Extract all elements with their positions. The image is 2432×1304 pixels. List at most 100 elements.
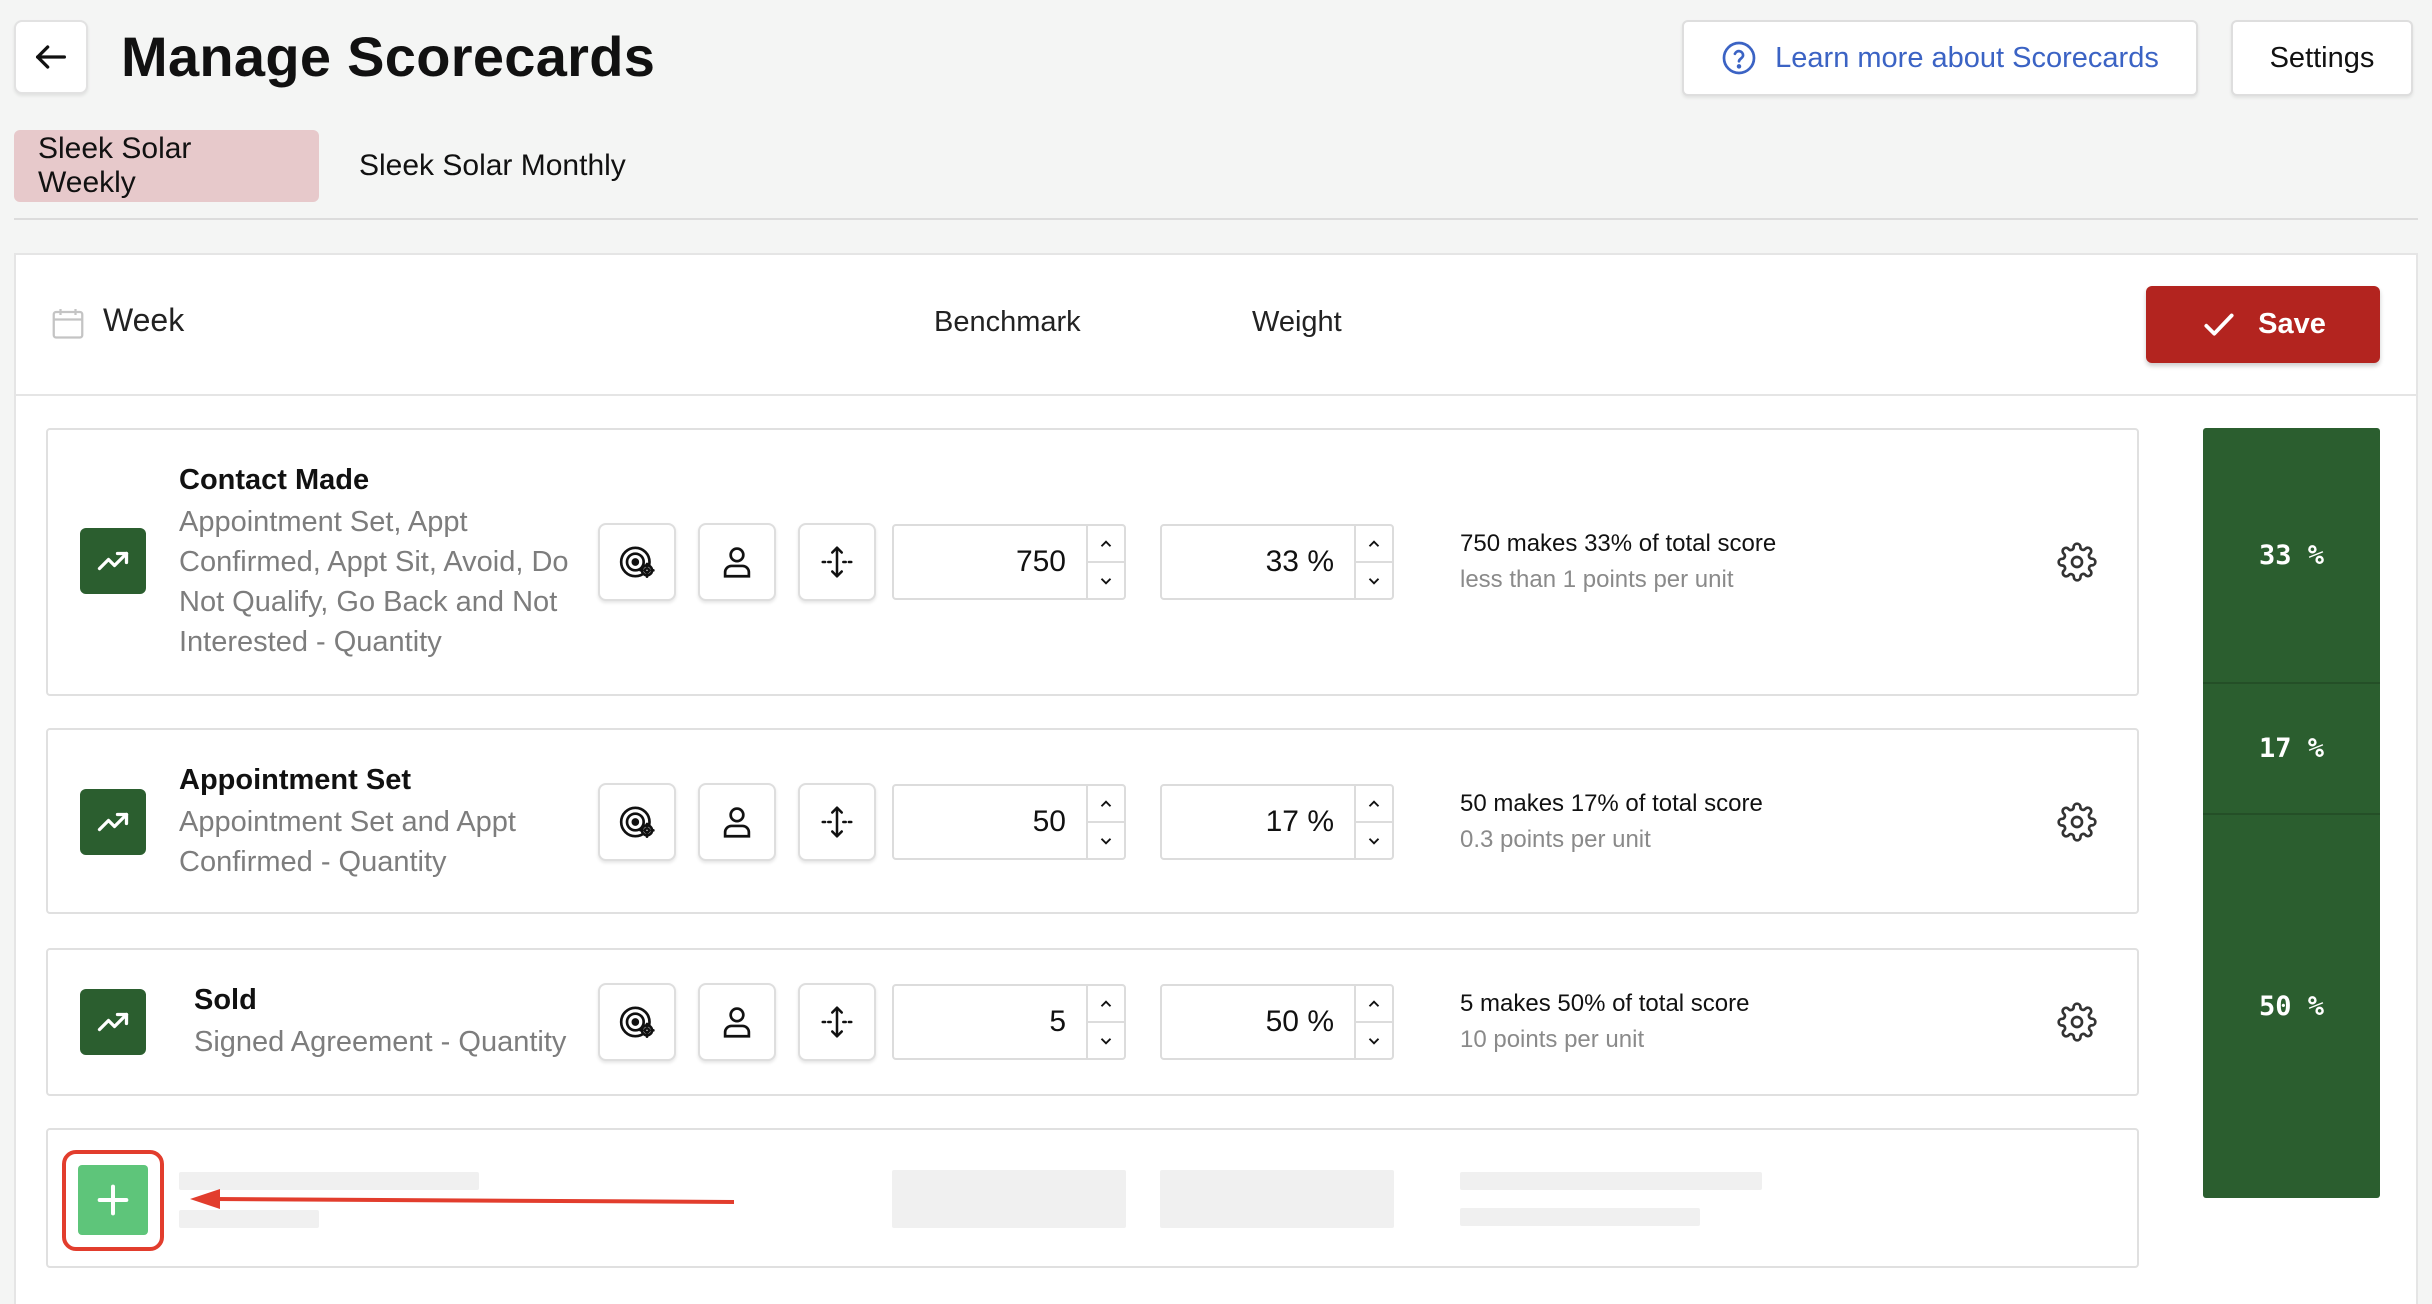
decrement-icon[interactable] [1356, 1021, 1392, 1058]
person-icon [723, 807, 751, 838]
tab-sleek-solar-weekly[interactable]: Sleek Solar Weekly [14, 130, 319, 202]
kpi-description-line: Appointment Set and Appt [179, 806, 516, 838]
weight-segment-label: 17 % [2258, 733, 2325, 764]
skeleton-points [1460, 1208, 1700, 1226]
weight-segment-label: 50 % [2258, 991, 2325, 1022]
annotation-arrow [190, 1189, 735, 1209]
move-button[interactable] [798, 983, 876, 1061]
summary-text: 5 makes 50% of total score [1460, 990, 1750, 1017]
kpi-name: Sold [194, 984, 257, 1016]
trending-up-icon [97, 812, 129, 832]
highlight-box [62, 1150, 164, 1251]
person-icon [723, 547, 751, 578]
target-button[interactable] [598, 983, 676, 1061]
back-button[interactable] [14, 20, 88, 94]
weight-distribution-bar: 33 % 17 % 50 % [2203, 428, 2380, 1198]
kpi-description: Appointment Set, Appt Confirmed, Appt Si… [179, 502, 569, 662]
period-label: Week [103, 302, 185, 338]
question-circle-icon [1722, 41, 1756, 75]
target-button[interactable] [598, 523, 676, 601]
benchmark-input[interactable]: 750 [892, 524, 1126, 600]
learn-more-button[interactable]: Learn more about Scorecards [1682, 20, 2198, 96]
arrow-left-icon [36, 45, 67, 69]
move-button[interactable] [798, 783, 876, 861]
summary-text: 50 makes 17% of total score [1460, 790, 1763, 817]
benchmark-value: 5 [1049, 1005, 1066, 1038]
increment-icon[interactable] [1356, 986, 1392, 1021]
kpi-name: Appointment Set [179, 764, 411, 796]
target-button[interactable] [598, 783, 676, 861]
kpi-icon [80, 528, 146, 594]
move-vertical-icon [821, 1006, 853, 1038]
move-vertical-icon [821, 806, 853, 838]
tab-label: Sleek Solar Weekly [38, 132, 192, 199]
panel-header-divider [14, 394, 2418, 396]
kpi-description: Signed Agreement - Quantity [194, 1022, 566, 1062]
target-gear-icon [619, 546, 655, 578]
points-per-unit: 0.3 points per unit [1460, 826, 1651, 853]
person-button[interactable] [698, 523, 776, 601]
kpi-description-line: Signed Agreement - Quantity [194, 1026, 567, 1058]
decrement-icon[interactable] [1088, 1021, 1124, 1058]
increment-icon[interactable] [1088, 986, 1124, 1021]
gear-icon[interactable] [2057, 1002, 2097, 1042]
skeleton-summary [1460, 1172, 1762, 1190]
decrement-icon[interactable] [1356, 821, 1392, 858]
skeleton-weight [1160, 1170, 1394, 1228]
kpi-summary: 750 makes 33% of total score less than 1… [1460, 530, 1776, 594]
points-per-unit: 10 points per unit [1460, 1026, 1645, 1053]
save-label: Save [2258, 308, 2326, 340]
target-gear-icon [619, 806, 655, 838]
kpi-icon [80, 789, 146, 855]
page-title: Manage Scorecards [121, 25, 656, 88]
person-icon [723, 1007, 751, 1038]
tabs-divider [14, 218, 2418, 220]
weight-input[interactable]: 50 % [1160, 984, 1394, 1060]
kpi-name: Contact Made [179, 464, 370, 496]
weight-input[interactable]: 17 % [1160, 784, 1394, 860]
benchmark-value: 750 [1015, 545, 1066, 578]
person-button[interactable] [698, 983, 776, 1061]
kpi-icon [80, 989, 146, 1055]
kpi-description-line: Confirmed - Quantity [179, 846, 447, 878]
benchmark-column-header: Benchmark [934, 306, 1081, 338]
increment-icon[interactable] [1356, 786, 1392, 821]
trending-up-icon [97, 1012, 129, 1032]
weight-column-header: Weight [1252, 306, 1342, 338]
decrement-icon[interactable] [1088, 561, 1124, 598]
decrement-icon[interactable] [1356, 561, 1392, 598]
trending-up-icon [97, 551, 129, 571]
weight-segment-label: 33 % [2258, 539, 2325, 571]
move-vertical-icon [821, 546, 853, 578]
kpi-description-line: Interested - Quantity [179, 626, 442, 658]
weight-segment: 33 % [2203, 428, 2380, 682]
target-gear-icon [619, 1006, 655, 1038]
gear-icon[interactable] [2057, 802, 2097, 842]
weight-value: 17 % [1265, 805, 1334, 838]
tab-label: Sleek Solar Monthly [359, 149, 626, 182]
learn-more-label: Learn more about Scorecards [1775, 41, 2159, 74]
move-button[interactable] [798, 523, 876, 601]
save-button[interactable]: Save [2146, 286, 2380, 363]
weight-input[interactable]: 33 % [1160, 524, 1394, 600]
settings-button[interactable]: Settings [2231, 20, 2413, 96]
weight-value: 50 % [1265, 1005, 1334, 1038]
kpi-description-line: Confirmed, Appt Sit, Avoid, Do [179, 546, 569, 578]
check-icon [2204, 313, 2234, 336]
summary-text: 750 makes 33% of total score [1460, 530, 1777, 557]
person-button[interactable] [698, 783, 776, 861]
skeleton-benchmark [892, 1170, 1126, 1228]
tab-sleek-solar-monthly[interactable]: Sleek Solar Monthly [335, 130, 650, 202]
weight-value: 33 % [1265, 545, 1334, 578]
increment-icon[interactable] [1088, 786, 1124, 821]
points-per-unit: less than 1 points per unit [1460, 566, 1734, 593]
benchmark-input[interactable]: 5 [892, 984, 1126, 1060]
kpi-summary: 50 makes 17% of total score 0.3 points p… [1460, 790, 1763, 854]
kpi-description-line: Not Qualify, Go Back and Not [179, 586, 558, 618]
weight-segment: 17 % [2203, 682, 2380, 813]
decrement-icon[interactable] [1088, 821, 1124, 858]
benchmark-input[interactable]: 50 [892, 784, 1126, 860]
increment-icon[interactable] [1088, 526, 1124, 561]
increment-icon[interactable] [1356, 526, 1392, 561]
gear-icon[interactable] [2057, 542, 2097, 582]
